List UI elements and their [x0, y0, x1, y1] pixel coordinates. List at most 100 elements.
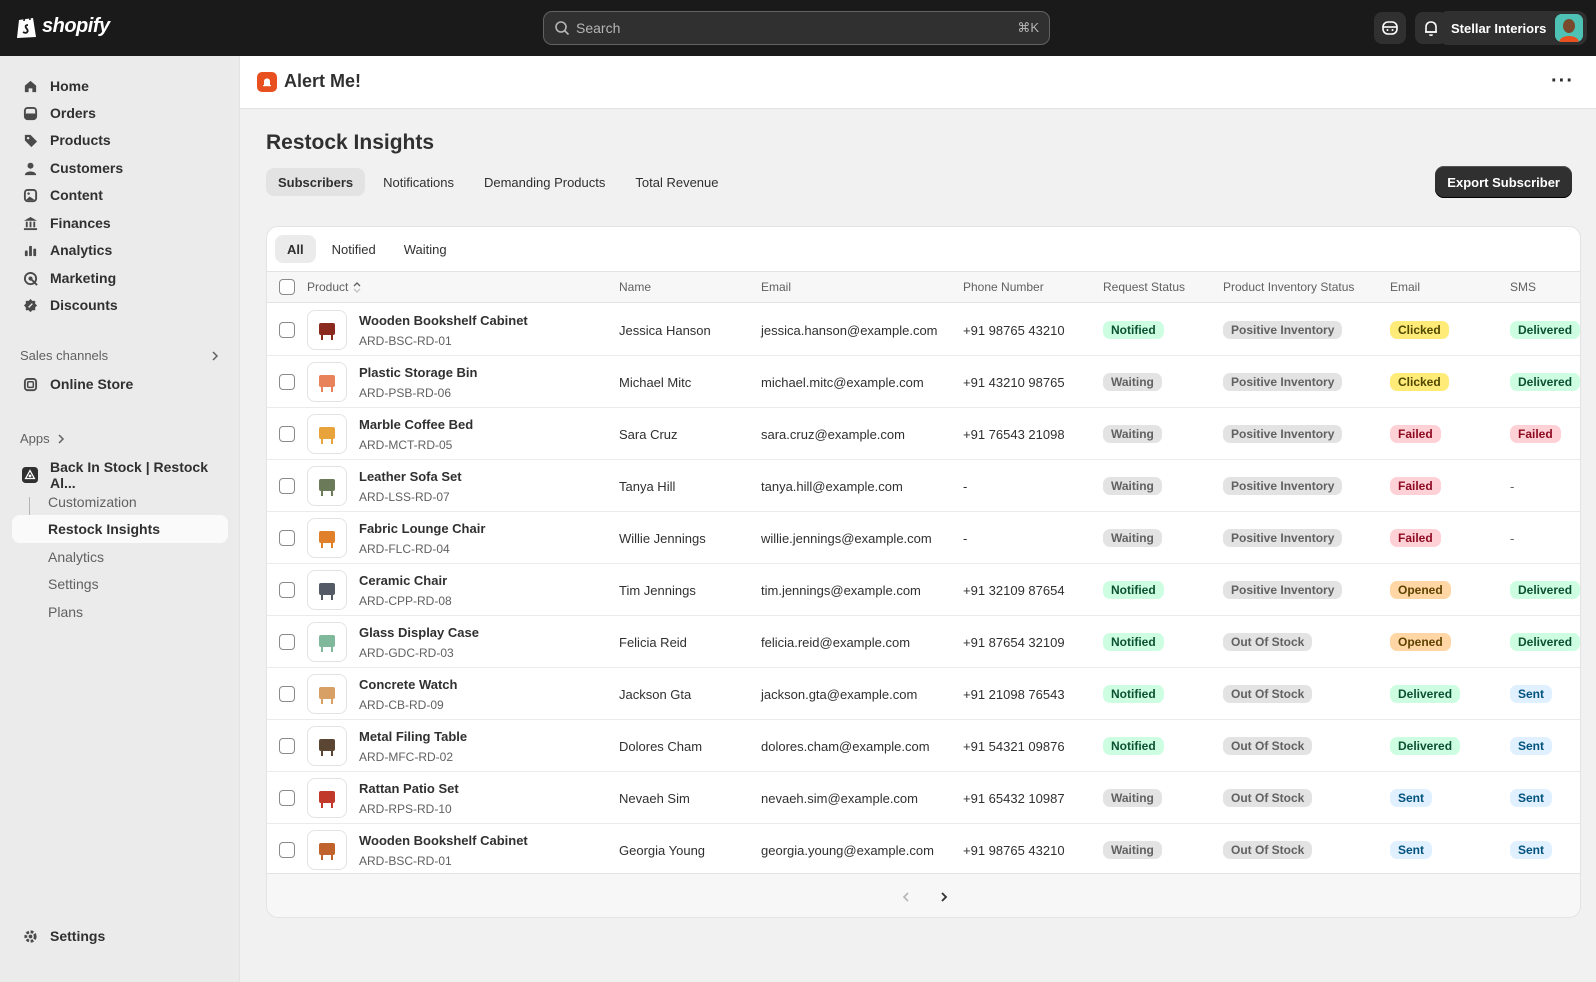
row-checkbox[interactable]	[279, 790, 295, 806]
sidebar-subitem-settings[interactable]: Settings	[12, 570, 228, 598]
tab-notifications[interactable]: Notifications	[371, 168, 466, 196]
tab-total-revenue[interactable]: Total Revenue	[623, 168, 730, 196]
status-badge: Waiting	[1103, 841, 1162, 859]
select-all-checkbox[interactable]	[279, 279, 295, 295]
product-thumbnail	[307, 674, 347, 714]
sms-status-cell: Sent	[1510, 720, 1553, 772]
row-checkbox[interactable]	[279, 686, 295, 702]
sidebar-item-settings[interactable]: Settings	[12, 922, 228, 950]
product-name[interactable]: Metal Filing Table	[359, 729, 467, 744]
store-account-button[interactable]: Stellar Interiors	[1439, 11, 1587, 45]
table-row[interactable]: Wooden Bookshelf Cabinet ARD-BSC-RD-01 Geo…	[267, 824, 1580, 876]
sidebar-item-analytics[interactable]: Analytics	[12, 236, 228, 264]
row-checkbox[interactable]	[279, 478, 295, 494]
row-checkbox[interactable]	[279, 582, 295, 598]
sidebar-item-customers[interactable]: Customers	[12, 154, 228, 182]
tag-icon	[22, 132, 38, 148]
subscribers-card: All Notified Waiting Product Name Email …	[266, 226, 1581, 918]
sidebar-subitem-plans[interactable]: Plans	[12, 598, 228, 626]
product-sku: ARD-CPP-RD-08	[359, 594, 452, 608]
sidebar-item-finances[interactable]: Finances	[12, 209, 228, 237]
subscriber-email: dolores.cham@example.com	[761, 738, 930, 754]
sidebar-item-label: Home	[50, 78, 89, 94]
column-header-product[interactable]: Product	[307, 280, 362, 294]
product-name[interactable]: Ceramic Chair	[359, 573, 447, 588]
previous-page-button[interactable]	[894, 885, 918, 909]
product-name[interactable]: Concrete Watch	[359, 677, 457, 692]
row-checkbox[interactable]	[279, 374, 295, 390]
table-row[interactable]: Ceramic Chair ARD-CPP-RD-08 Tim Jennings ti…	[267, 564, 1580, 616]
sidebar-item-discounts[interactable]: Discounts	[12, 291, 228, 319]
table-row[interactable]: Wooden Bookshelf Cabinet ARD-BSC-RD-01 Jes…	[267, 304, 1580, 356]
status-badge: Waiting	[1103, 477, 1162, 495]
row-checkbox[interactable]	[279, 426, 295, 442]
discount-icon	[22, 297, 38, 313]
sidebar-item-app[interactable]: Back In Stock | Restock Al...	[12, 459, 228, 491]
table-row[interactable]: Fabric Lounge Chair ARD-FLC-RD-04 Willie J…	[267, 512, 1580, 564]
search-input[interactable]	[576, 20, 1018, 36]
sidebar-subitem-restock-insights[interactable]: Restock Insights	[12, 515, 228, 543]
table-row[interactable]: Metal Filing Table ARD-MFC-RD-02 Dolores C…	[267, 720, 1580, 772]
request-status-cell: Notified	[1103, 304, 1164, 356]
inventory-status-cell: Out Of Stock	[1223, 616, 1313, 668]
subscriber-email: jackson.gta@example.com	[761, 686, 918, 702]
sidebar-item-online-store[interactable]: Online Store	[12, 370, 228, 398]
row-checkbox[interactable]	[279, 842, 295, 858]
product-name[interactable]: Wooden Bookshelf Cabinet	[359, 313, 528, 328]
search-bar[interactable]: ⌘K	[543, 11, 1050, 45]
sidebar-item-content[interactable]: Content	[12, 181, 228, 209]
subscriber-phone: +91 65432 10987	[963, 790, 1065, 806]
filter-notified[interactable]: Notified	[320, 235, 388, 263]
product-name[interactable]: Wooden Bookshelf Cabinet	[359, 833, 528, 848]
apps-header[interactable]: Apps	[20, 431, 66, 446]
product-name[interactable]: Leather Sofa Set	[359, 469, 462, 484]
table-row[interactable]: Marble Coffee Bed ARD-MCT-RD-05 Sara Cruz s…	[267, 408, 1580, 460]
bell-icon	[1425, 21, 1437, 36]
sales-channels-header[interactable]: Sales channels	[20, 348, 220, 363]
table-row[interactable]: Leather Sofa Set ARD-LSS-RD-07 Tanya Hill t…	[267, 460, 1580, 512]
table-row[interactable]: Glass Display Case ARD-GDC-RD-03 Felicia R…	[267, 616, 1580, 668]
row-checkbox[interactable]	[279, 634, 295, 650]
subscriber-email: willie.jennings@example.com	[761, 530, 932, 546]
sidebar-item-products[interactable]: Products	[12, 126, 228, 154]
tab-demanding-products[interactable]: Demanding Products	[472, 168, 617, 196]
row-checkbox[interactable]	[279, 738, 295, 754]
email-status-cell: Opened	[1390, 616, 1451, 668]
sidebar-item-home[interactable]: Home	[12, 72, 228, 100]
subscriber-phone: +91 87654 32109	[963, 634, 1065, 650]
product-name[interactable]: Glass Display Case	[359, 625, 479, 640]
status-badge: Delivered	[1510, 633, 1580, 651]
status-badge: Clicked	[1390, 321, 1449, 339]
email-status-cell: Delivered	[1390, 668, 1461, 720]
row-checkbox[interactable]	[279, 322, 295, 338]
status-badge: Waiting	[1103, 529, 1162, 547]
product-name[interactable]: Plastic Storage Bin	[359, 365, 477, 380]
product-thumbnail	[307, 518, 347, 558]
subscriber-phone: +91 98765 43210	[963, 322, 1065, 338]
sidebar-item-marketing[interactable]: Marketing	[12, 264, 228, 292]
product-name[interactable]: Marble Coffee Bed	[359, 417, 473, 432]
tab-subscribers[interactable]: Subscribers	[266, 168, 366, 196]
sidebar-subitem-analytics[interactable]: Analytics	[12, 543, 228, 571]
shopify-logo[interactable]: shopify	[16, 13, 110, 39]
table-row[interactable]: Plastic Storage Bin ARD-PSB-RD-06 Michael …	[267, 356, 1580, 408]
sidekick-button[interactable]	[1374, 12, 1406, 44]
column-header-phone: Phone Number	[963, 280, 1044, 294]
row-checkbox[interactable]	[279, 530, 295, 546]
more-actions-button[interactable]: ···	[1551, 70, 1574, 93]
sidebar-item-orders[interactable]: Orders	[12, 99, 228, 127]
product-name[interactable]: Rattan Patio Set	[359, 781, 459, 796]
table-row[interactable]: Rattan Patio Set ARD-RPS-RD-10 Nevaeh Sim n…	[267, 772, 1580, 824]
target-icon	[22, 270, 38, 286]
email-status-cell: Failed	[1390, 460, 1441, 512]
status-badge: Notified	[1103, 737, 1164, 755]
product-sku: ARD-MFC-RD-02	[359, 750, 453, 764]
product-name[interactable]: Fabric Lounge Chair	[359, 521, 485, 536]
next-page-button[interactable]	[932, 885, 956, 909]
export-subscriber-button[interactable]: Export Subscriber	[1435, 166, 1572, 198]
sidebar-subitem-customization[interactable]: Customization	[12, 488, 228, 516]
product-sku: ARD-RPS-RD-10	[359, 802, 452, 816]
filter-all[interactable]: All	[275, 235, 316, 263]
table-row[interactable]: Concrete Watch ARD-CB-RD-09 Jackson Gta jac…	[267, 668, 1580, 720]
filter-waiting[interactable]: Waiting	[392, 235, 459, 263]
